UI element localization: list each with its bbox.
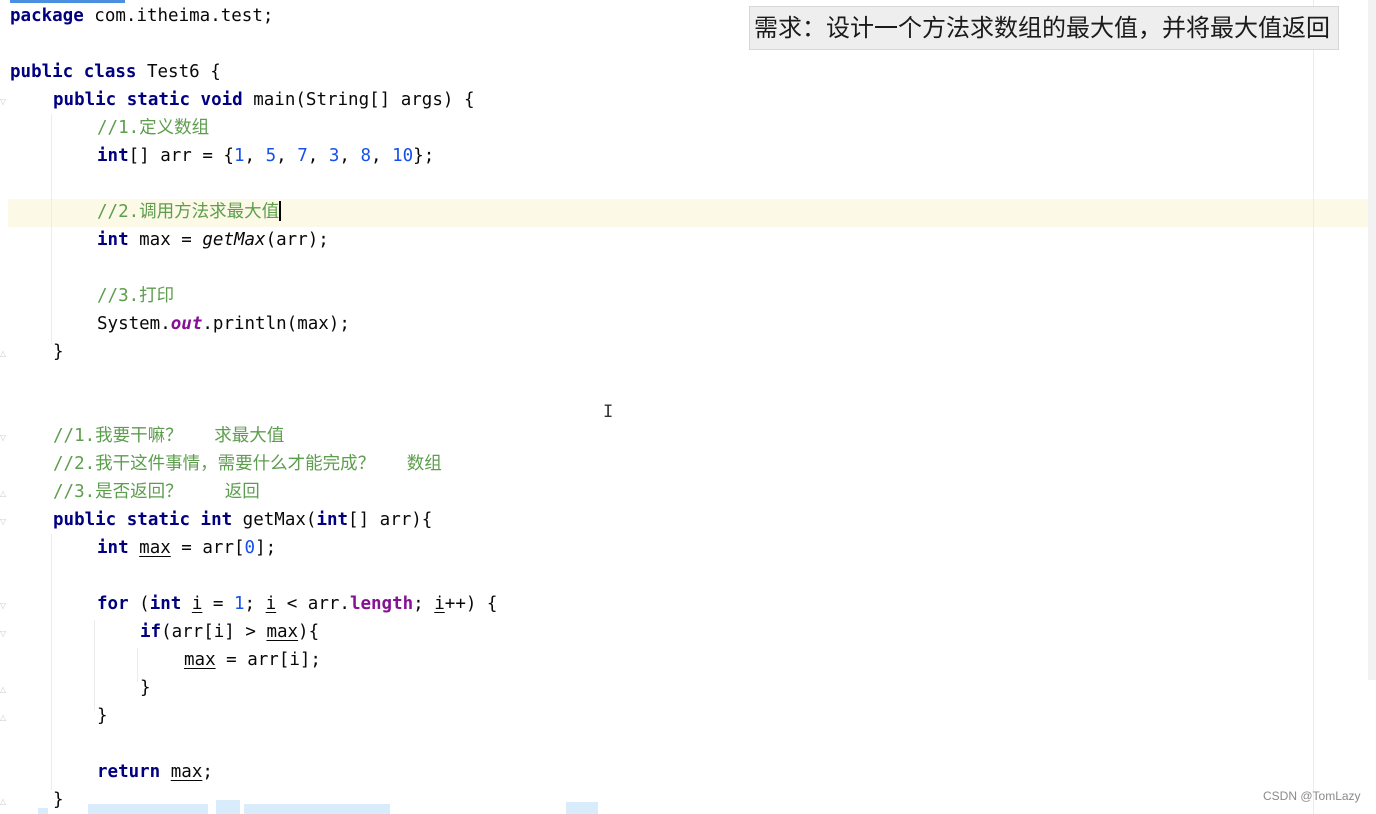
code-line-call-getmax: int max = getMax(arr); <box>97 230 329 250</box>
fold-icon[interactable]: ▽ <box>0 629 8 639</box>
right-margin-guide <box>1313 0 1314 814</box>
code-line-if: if(arr[i] > max){ <box>140 622 320 642</box>
watermark-text: CSDN @TomLazy <box>1263 789 1361 803</box>
fold-icon[interactable]: △ <box>0 713 8 723</box>
fold-gutter: ▽ △ ▽ △ ▽ ▽ ▽ △ △ △ <box>0 0 8 814</box>
code-line-return: return max; <box>97 762 213 782</box>
fold-icon[interactable]: △ <box>0 489 8 499</box>
code-line-close-brace: } <box>140 678 151 698</box>
indent-guide <box>51 534 52 790</box>
indent-guide <box>137 648 138 682</box>
code-line-assign-max: max = arr[i]; <box>184 650 321 670</box>
code-line-close-brace: } <box>97 706 108 726</box>
fold-icon[interactable]: ▽ <box>0 601 8 611</box>
overlay-shape <box>566 802 598 814</box>
code-line-comment: //1.我要干嘛？ 求最大值 <box>53 426 285 446</box>
code-line-comment: //3.打印 <box>97 286 175 306</box>
fold-icon[interactable]: ▽ <box>0 517 8 527</box>
overlay-shape <box>88 804 208 814</box>
overlay-shape <box>216 800 240 814</box>
code-line-comment: //3.是否返回？ 返回 <box>53 482 260 502</box>
code-line-for-loop: for (int i = 1; i < arr.length; i++) { <box>97 594 498 614</box>
code-line-println: System.out.println(max); <box>97 314 350 334</box>
fold-icon[interactable]: ▽ <box>0 97 8 107</box>
code-line-array-init: int[] arr = {1, 5, 7, 3, 8, 10}; <box>97 146 435 166</box>
fold-icon[interactable]: ▽ <box>0 433 8 443</box>
code-line-class-decl: public class Test6 { <box>10 62 221 82</box>
code-line-main-decl: public static void main(String[] args) { <box>53 90 475 110</box>
overlay-shape <box>244 804 390 814</box>
code-line-package: package com.itheima.test; <box>10 6 274 26</box>
overlay-shape <box>38 808 48 814</box>
vertical-scrollbar[interactable] <box>1368 0 1376 680</box>
code-line-getmax-decl: public static int getMax(int[] arr){ <box>53 510 433 530</box>
code-line-max-init: int max = arr[0]; <box>97 538 277 558</box>
indent-guide <box>94 620 95 710</box>
code-line-comment: //2.调用方法求最大值 <box>97 201 282 222</box>
code-line-comment: //2.我干这件事情，需要什么才能完成？ 数组 <box>53 454 442 474</box>
code-line-close-brace: } <box>53 342 64 362</box>
text-caret <box>279 201 282 221</box>
fold-icon[interactable]: △ <box>0 685 8 695</box>
indent-guide <box>51 114 52 344</box>
text-cursor-icon: I <box>603 402 614 422</box>
video-caption: 需求：设计一个方法求数组的最大值，并将最大值返回 <box>749 6 1339 50</box>
video-overlay-strip <box>0 798 1376 814</box>
code-editor[interactable]: ▽ △ ▽ △ ▽ ▽ ▽ △ △ △ package com.itheima.… <box>0 0 1376 814</box>
code-line-comment: //1.定义数组 <box>97 118 210 138</box>
fold-icon[interactable]: △ <box>0 349 8 359</box>
